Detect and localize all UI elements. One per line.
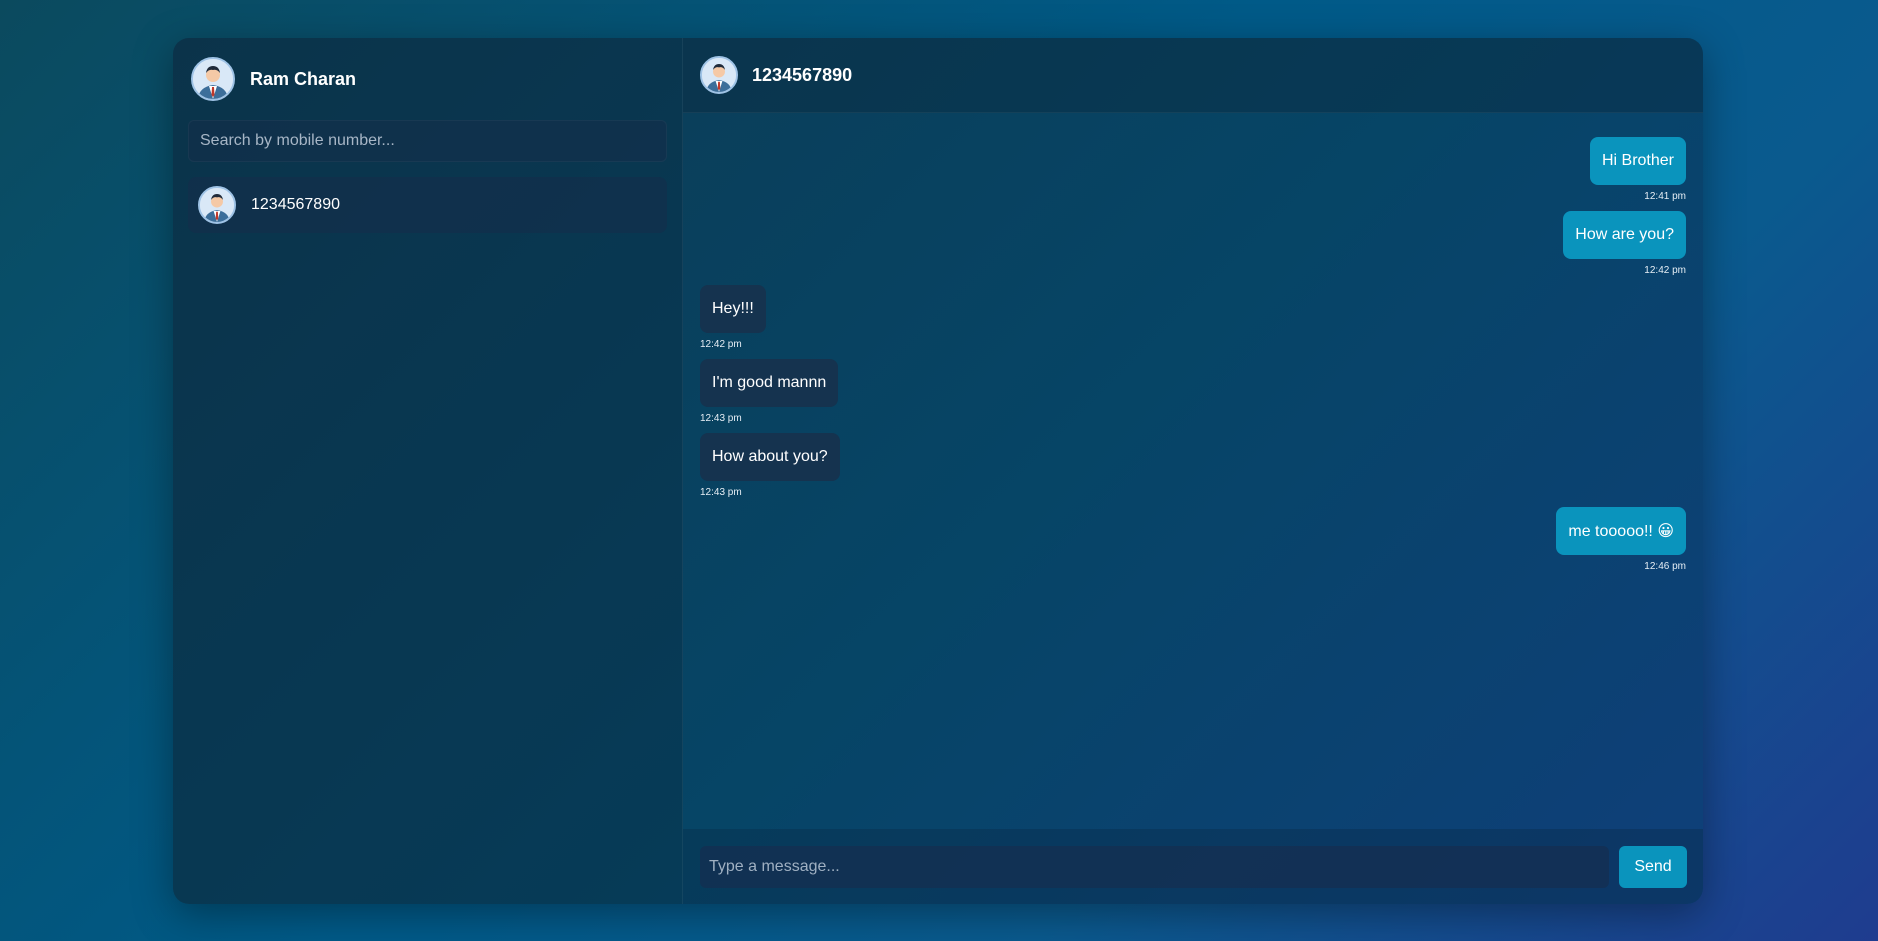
user-avatar-icon bbox=[191, 57, 235, 101]
message-bubble: I'm good mannn bbox=[700, 359, 839, 407]
message-bubble: me tooooo!! 😀 bbox=[1556, 507, 1686, 555]
search-input[interactable] bbox=[188, 120, 667, 162]
profile-name: Ram Charan bbox=[250, 68, 357, 89]
user-avatar-icon bbox=[198, 186, 236, 224]
message-bubble: How are you? bbox=[1563, 211, 1686, 259]
chat-header: 1234567890 bbox=[683, 38, 1703, 113]
message-item: Hey!!! 12:42 pm bbox=[700, 285, 1686, 350]
message-input[interactable] bbox=[700, 845, 1609, 888]
contact-list: 1234567890 bbox=[173, 162, 682, 233]
message-composer: Send bbox=[683, 829, 1703, 904]
message-time: 12:43 pm bbox=[700, 487, 742, 498]
chat-contact-name: 1234567890 bbox=[752, 64, 853, 85]
send-button[interactable]: Send bbox=[1619, 845, 1687, 888]
message-bubble: Hey!!! bbox=[700, 285, 766, 333]
message-time: 12:42 pm bbox=[700, 339, 742, 350]
chat-app-window: Ram Charan 1234567890 bbox=[173, 38, 1703, 904]
message-time: 12:42 pm bbox=[1644, 265, 1686, 276]
message-time: 12:41 pm bbox=[1644, 191, 1686, 202]
message-item: Hi Brother 12:41 pm bbox=[700, 137, 1686, 202]
message-item: me tooooo!! 😀 12:46 pm bbox=[700, 507, 1686, 572]
message-list: Hi Brother 12:41 pm How are you? 12:42 p… bbox=[683, 113, 1703, 829]
chat-panel: 1234567890 Hi Brother 12:41 pm How are y… bbox=[683, 38, 1703, 904]
message-bubble: How about you? bbox=[700, 433, 840, 481]
search-container bbox=[173, 120, 682, 162]
message-item: I'm good mannn 12:43 pm bbox=[700, 359, 1686, 424]
message-time: 12:46 pm bbox=[1644, 561, 1686, 572]
message-time: 12:43 pm bbox=[700, 413, 742, 424]
contact-item[interactable]: 1234567890 bbox=[188, 177, 667, 233]
message-item: How about you? 12:43 pm bbox=[700, 433, 1686, 498]
message-bubble: Hi Brother bbox=[1589, 137, 1686, 185]
user-profile: Ram Charan bbox=[173, 38, 682, 120]
message-item: How are you? 12:42 pm bbox=[700, 211, 1686, 276]
sidebar: Ram Charan 1234567890 bbox=[173, 38, 683, 904]
contact-name: 1234567890 bbox=[251, 196, 340, 213]
user-avatar-icon bbox=[700, 56, 738, 94]
